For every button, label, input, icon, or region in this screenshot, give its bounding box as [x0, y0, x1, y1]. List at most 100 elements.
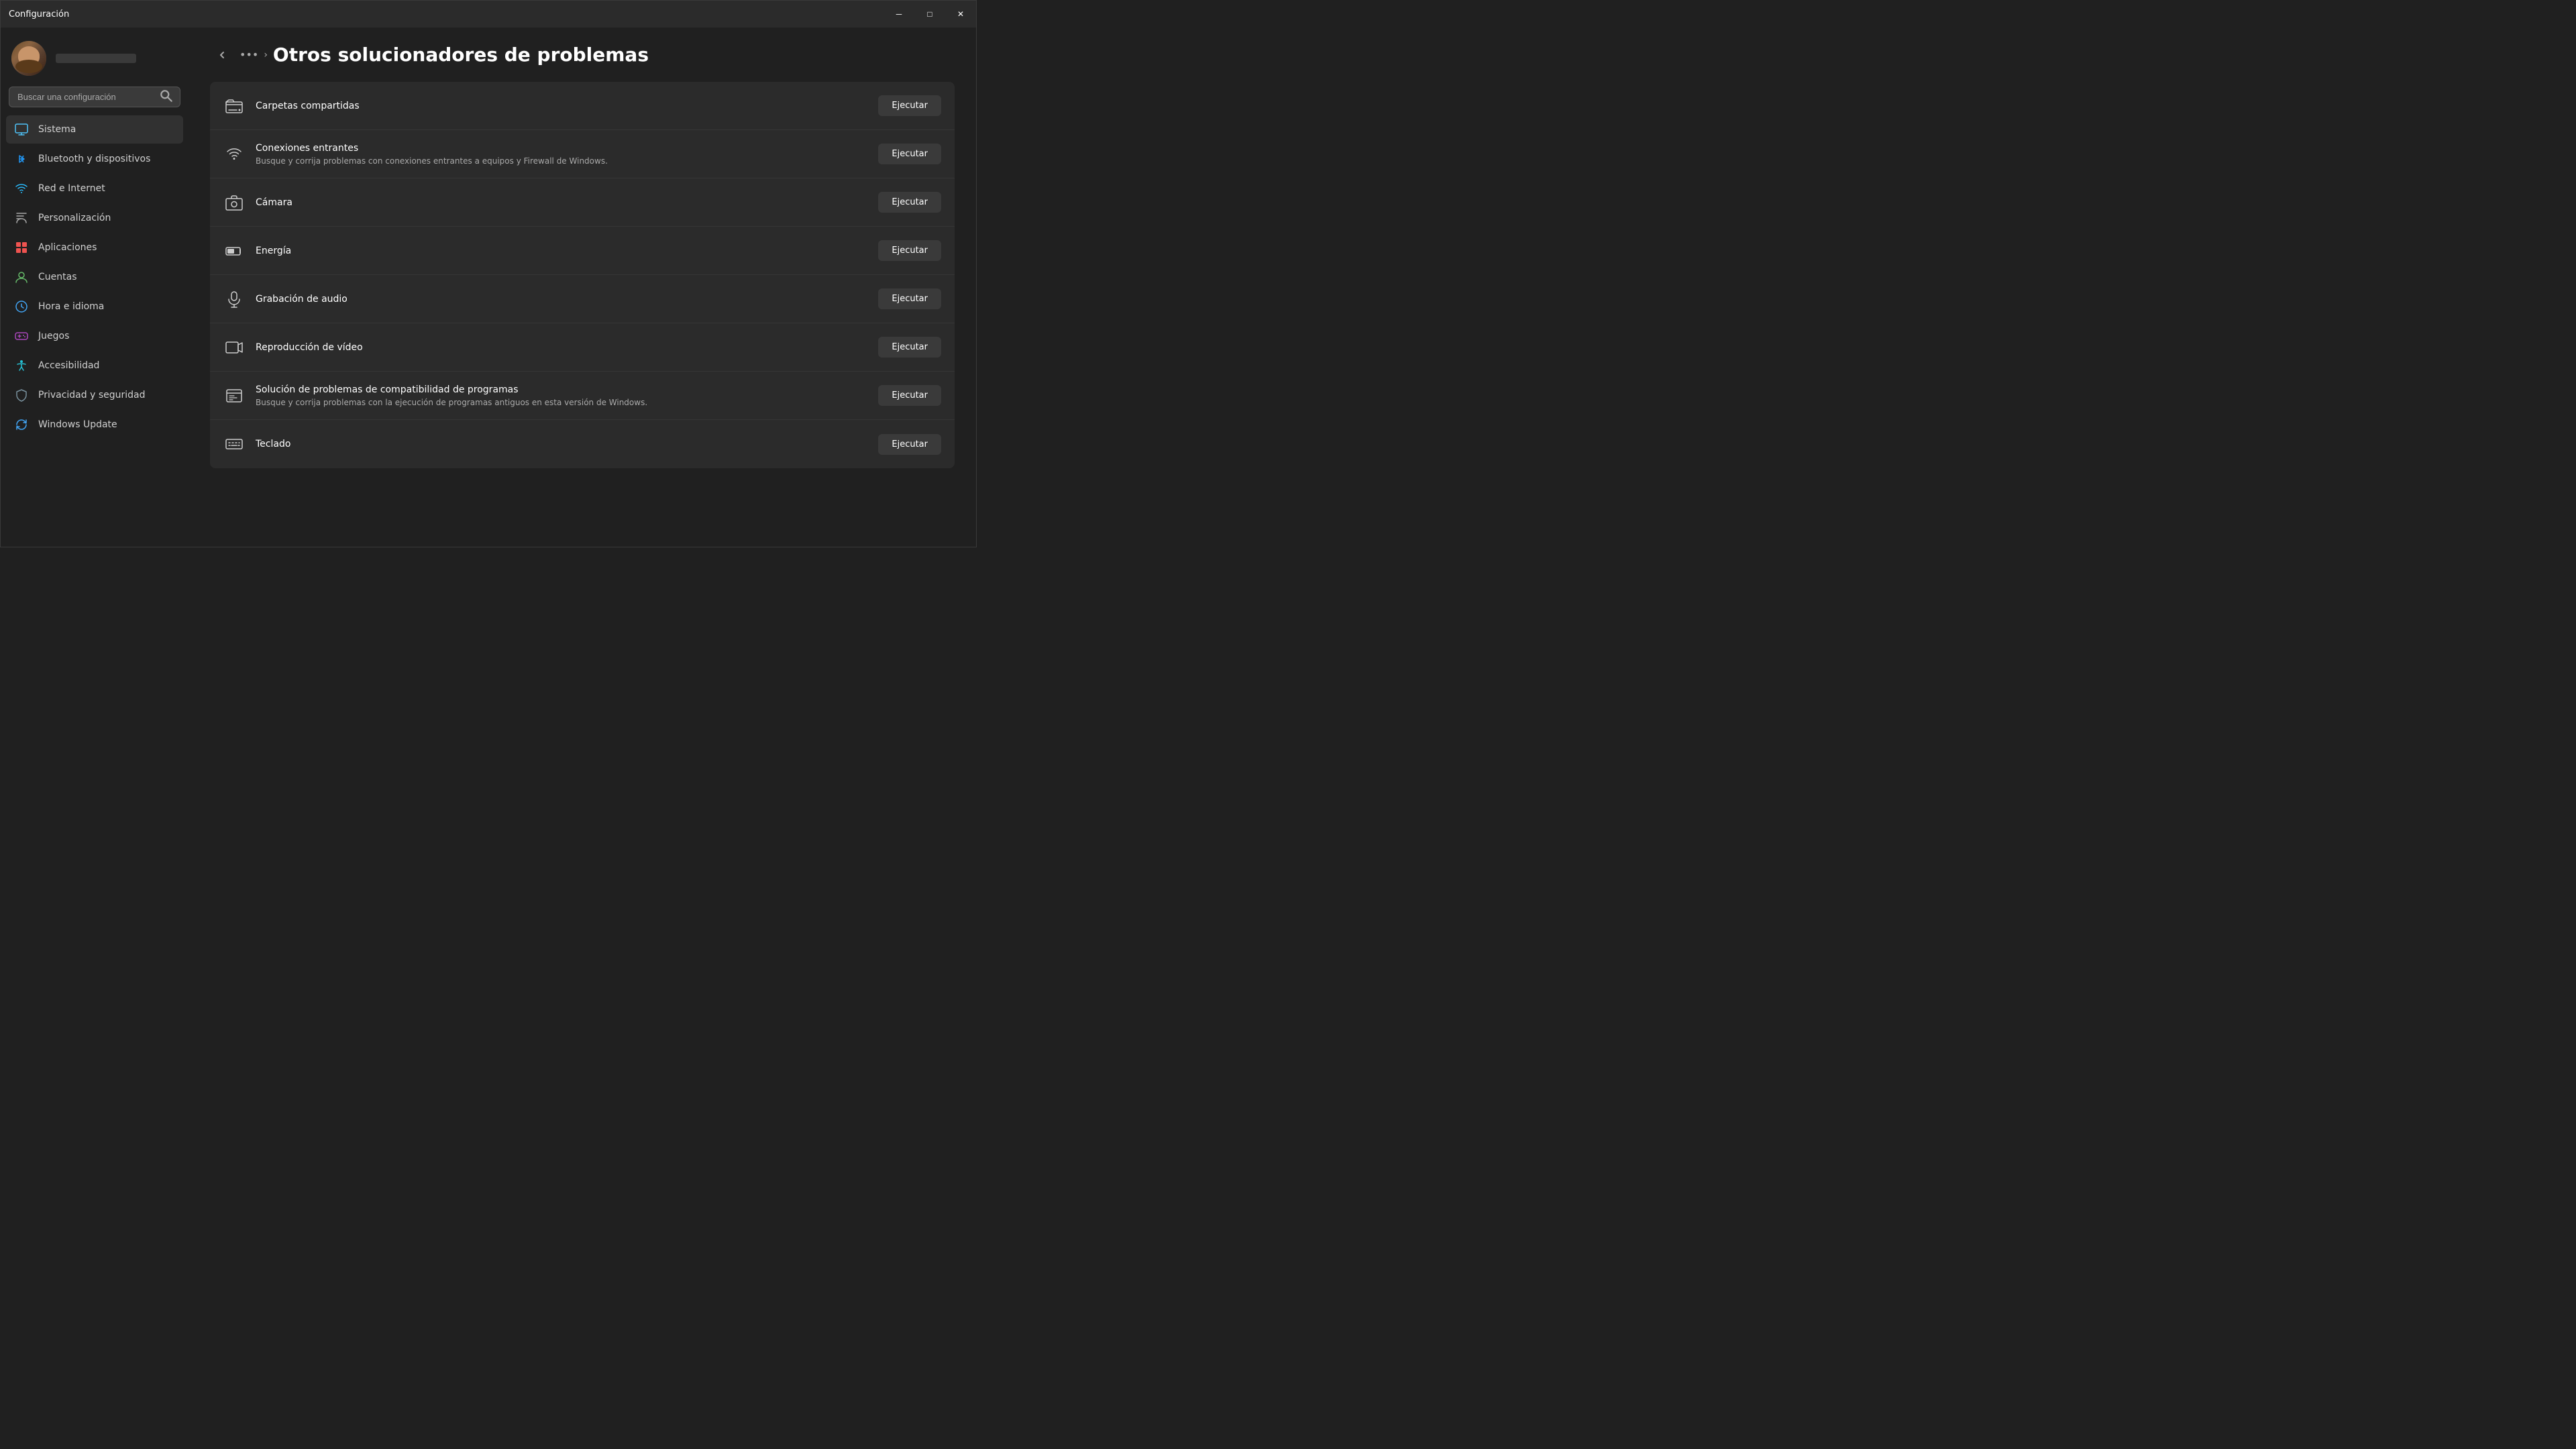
settings-window: Configuración ─ □ ✕	[0, 0, 977, 547]
titlebar-controls: ─ □ ✕	[883, 1, 976, 28]
sidebar-item-label-privacidad: Privacidad y seguridad	[38, 390, 146, 400]
accesibilidad-icon	[14, 358, 29, 373]
personalizacion-icon	[14, 211, 29, 225]
item-text-camara: Cámara	[256, 197, 292, 208]
search-icon	[159, 89, 174, 106]
avatar-image	[11, 41, 46, 76]
hora-icon	[14, 299, 29, 314]
sidebar-item-cuentas[interactable]: Cuentas	[6, 263, 183, 291]
item-left-grabacion: Grabación de audio	[223, 288, 347, 310]
video-icon	[223, 337, 245, 358]
sidebar-item-label-aplicaciones: Aplicaciones	[38, 242, 97, 253]
camera-icon	[223, 192, 245, 213]
sidebar-item-label-personalizacion: Personalización	[38, 213, 111, 223]
search-box	[9, 87, 180, 107]
close-button[interactable]: ✕	[945, 1, 976, 28]
back-button[interactable]	[210, 46, 234, 64]
sidebar-item-label-red: Red e Internet	[38, 183, 105, 194]
battery-icon	[223, 240, 245, 262]
item-text-compatibilidad: Solución de problemas de compatibilidad …	[256, 384, 647, 407]
titlebar: Configuración ─ □ ✕	[1, 1, 976, 28]
item-name-reproduccion: Reproducción de vídeo	[256, 342, 363, 353]
sistema-icon	[14, 122, 29, 137]
sidebar-item-label-update: Windows Update	[38, 419, 117, 430]
troubleshooter-item-camara: Cámara Ejecutar	[210, 178, 955, 227]
item-name-camara: Cámara	[256, 197, 292, 208]
sidebar: Sistema Bluetooth y dispositivos	[1, 28, 189, 547]
troubleshooter-item-energia: Energía Ejecutar	[210, 227, 955, 275]
breadcrumb-dots: •••	[239, 48, 258, 61]
breadcrumb-chevron: ›	[264, 50, 268, 60]
item-left-conexiones: Conexiones entrantes Busque y corrija pr…	[223, 143, 608, 166]
ejecutar-btn-camara[interactable]: Ejecutar	[878, 192, 941, 213]
troubleshooter-item-grabacion: Grabación de audio Ejecutar	[210, 275, 955, 323]
nav-items: Sistema Bluetooth y dispositivos	[1, 115, 189, 439]
titlebar-title: Configuración	[9, 9, 69, 19]
minimize-button[interactable]: ─	[883, 1, 914, 28]
item-name-compatibilidad: Solución de problemas de compatibilidad …	[256, 384, 647, 395]
item-name-teclado: Teclado	[256, 439, 290, 449]
sidebar-item-accesibilidad[interactable]: Accesibilidad	[6, 352, 183, 380]
microphone-icon	[223, 288, 245, 310]
ejecutar-btn-reproduccion[interactable]: Ejecutar	[878, 337, 941, 358]
sidebar-item-hora[interactable]: Hora e idioma	[6, 292, 183, 321]
compat-icon	[223, 385, 245, 407]
sidebar-item-aplicaciones[interactable]: Aplicaciones	[6, 233, 183, 262]
sidebar-item-red[interactable]: Red e Internet	[6, 174, 183, 203]
search-input[interactable]	[9, 87, 180, 107]
sidebar-item-bluetooth[interactable]: Bluetooth y dispositivos	[6, 145, 183, 173]
item-left-energia: Energía	[223, 240, 291, 262]
item-text-carpetas: Carpetas compartidas	[256, 101, 360, 111]
troubleshooter-item-conexiones: Conexiones entrantes Busque y corrija pr…	[210, 130, 955, 178]
sidebar-item-label-cuentas: Cuentas	[38, 272, 77, 282]
ejecutar-btn-teclado[interactable]: Ejecutar	[878, 434, 941, 455]
page-title: Otros solucionadores de problemas	[273, 44, 649, 66]
item-text-teclado: Teclado	[256, 439, 290, 449]
maximize-button[interactable]: □	[914, 1, 945, 28]
item-name-conexiones: Conexiones entrantes	[256, 143, 608, 154]
item-left-camara: Cámara	[223, 192, 292, 213]
sidebar-item-privacidad[interactable]: Privacidad y seguridad	[6, 381, 183, 409]
folder-network-icon	[223, 95, 245, 117]
red-icon	[14, 181, 29, 196]
privacidad-icon	[14, 388, 29, 402]
main-content: ••• › Otros solucionadores de problemas	[189, 28, 976, 547]
ejecutar-btn-grabacion[interactable]: Ejecutar	[878, 288, 941, 309]
breadcrumb: ••• › Otros solucionadores de problemas	[210, 44, 955, 66]
troubleshooter-item-reproduccion: Reproducción de vídeo Ejecutar	[210, 323, 955, 372]
sidebar-item-label-hora: Hora e idioma	[38, 301, 104, 312]
sidebar-item-label-sistema: Sistema	[38, 124, 76, 135]
sidebar-item-sistema[interactable]: Sistema	[6, 115, 183, 144]
user-section	[1, 28, 189, 87]
update-icon	[14, 417, 29, 432]
ejecutar-btn-carpetas[interactable]: Ejecutar	[878, 95, 941, 116]
troubleshooter-list: Carpetas compartidas Ejecutar	[210, 82, 955, 468]
sidebar-item-label-accesibilidad: Accesibilidad	[38, 360, 99, 371]
sidebar-item-personalizacion[interactable]: Personalización	[6, 204, 183, 232]
item-text-energia: Energía	[256, 246, 291, 256]
item-text-conexiones: Conexiones entrantes Busque y corrija pr…	[256, 143, 608, 166]
item-left-compatibilidad: Solución de problemas de compatibilidad …	[223, 384, 647, 407]
sidebar-item-update[interactable]: Windows Update	[6, 411, 183, 439]
item-name-energia: Energía	[256, 246, 291, 256]
troubleshooter-item-teclado: Teclado Ejecutar	[210, 420, 955, 468]
wifi-incoming-icon	[223, 144, 245, 165]
item-text-grabacion: Grabación de audio	[256, 294, 347, 305]
ejecutar-btn-conexiones[interactable]: Ejecutar	[878, 144, 941, 164]
aplicaciones-icon	[14, 240, 29, 255]
avatar	[11, 41, 46, 76]
item-left-reproduccion: Reproducción de vídeo	[223, 337, 363, 358]
item-desc-compatibilidad: Busque y corrija problemas con la ejecuc…	[256, 398, 647, 407]
item-name-grabacion: Grabación de audio	[256, 294, 347, 305]
troubleshooter-item-carpetas: Carpetas compartidas Ejecutar	[210, 82, 955, 130]
item-name-carpetas: Carpetas compartidas	[256, 101, 360, 111]
item-left-teclado: Teclado	[223, 433, 290, 455]
item-left-carpetas: Carpetas compartidas	[223, 95, 360, 117]
ejecutar-btn-compatibilidad[interactable]: Ejecutar	[878, 385, 941, 406]
item-desc-conexiones: Busque y corrija problemas con conexione…	[256, 156, 608, 166]
ejecutar-btn-energia[interactable]: Ejecutar	[878, 240, 941, 261]
sidebar-item-juegos[interactable]: Juegos	[6, 322, 183, 350]
sidebar-item-label-juegos: Juegos	[38, 331, 69, 341]
keyboard-icon	[223, 433, 245, 455]
juegos-icon	[14, 329, 29, 343]
